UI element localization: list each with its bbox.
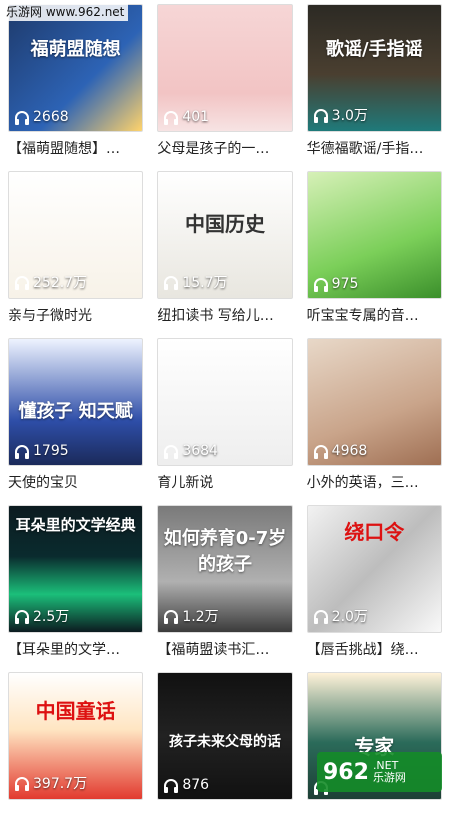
play-count-row: 2.5万	[15, 606, 69, 626]
album-title[interactable]: 【耳朵里的文学…	[8, 639, 143, 659]
headphones-icon	[314, 610, 328, 622]
headphones-icon	[164, 445, 178, 457]
play-count: 397.7万	[33, 773, 87, 793]
play-count: 2.0万	[332, 606, 368, 626]
headphones-icon	[314, 109, 328, 121]
cover-caption: 绕口令	[308, 516, 441, 545]
album-card[interactable]: 975 听宝宝专属的音…	[307, 167, 442, 334]
site-watermark-top: 乐游网 www.962.net	[2, 2, 128, 21]
play-count-row: 975	[314, 276, 359, 292]
play-count: 252.7万	[33, 272, 87, 292]
album-cover[interactable]: 3684	[157, 338, 292, 466]
cover-caption: 歌谣/手指谣	[308, 35, 441, 61]
play-count-row: 252.7万	[15, 272, 87, 292]
album-title[interactable]: 华德福歌谣/手指…	[307, 138, 442, 158]
play-count: 4968	[332, 443, 368, 459]
album-card[interactable]: 4968 小外的英语，三…	[307, 334, 442, 501]
watermark-line2: 乐游网	[373, 771, 406, 784]
play-count: 401	[182, 109, 209, 125]
play-count-row: 397.7万	[15, 773, 87, 793]
headphones-icon	[164, 111, 178, 123]
headphones-icon	[15, 111, 29, 123]
play-count: 1.2万	[182, 606, 218, 626]
play-count: 1795	[33, 443, 69, 459]
play-count-row: 2668	[15, 109, 69, 125]
play-count: 15.7万	[182, 272, 227, 292]
album-cover[interactable]: 歌谣/手指谣 3.0万	[307, 4, 442, 132]
cover-caption: 耳朵里的文学经典	[9, 514, 142, 535]
headphones-icon	[15, 276, 29, 288]
album-card[interactable]: 中国历史 15.7万 纽扣读书 写给儿…	[157, 167, 292, 334]
play-count: 975	[332, 276, 359, 292]
headphones-icon	[314, 445, 328, 457]
album-title[interactable]: 纽扣读书 写给儿…	[157, 305, 292, 325]
cover-caption: 福萌盟随想	[9, 35, 142, 61]
album-grid: 福萌盟随想 2668 【福萌盟随想】… 401 父母是孩子的一… 歌谣/手指谣 …	[8, 0, 442, 835]
album-cover[interactable]: 福萌盟随想 2668	[8, 4, 143, 132]
album-cover[interactable]: 孩子未来父母的话 876	[157, 672, 292, 800]
album-title[interactable]: 天使的宝贝	[8, 472, 143, 492]
headphones-icon	[15, 445, 29, 457]
album-title[interactable]: 【唇舌挑战】绕…	[307, 639, 442, 659]
headphones-icon	[164, 276, 178, 288]
site-watermark-bottom: 962 .NET 乐游网	[317, 752, 442, 792]
album-card[interactable]: 福萌盟随想 2668 【福萌盟随想】…	[8, 0, 143, 167]
album-cover[interactable]: 401	[157, 4, 292, 132]
cover-caption: 懂孩子 知天赋	[9, 397, 142, 423]
album-card[interactable]: 懂孩子 知天赋 1795 天使的宝贝	[8, 334, 143, 501]
album-card[interactable]: 孩子未来父母的话 876	[157, 668, 292, 835]
watermark-text: .NET 乐游网	[373, 760, 406, 784]
album-cover[interactable]: 中国历史 15.7万	[157, 171, 292, 299]
play-count: 2668	[33, 109, 69, 125]
play-count-row: 2.0万	[314, 606, 368, 626]
headphones-icon	[314, 278, 328, 290]
album-card[interactable]: 绕口令 2.0万 【唇舌挑战】绕…	[307, 501, 442, 668]
play-count-row: 3684	[164, 443, 218, 459]
album-card[interactable]: 如何养育0-7岁的孩子 1.2万 【福萌盟读书汇…	[157, 501, 292, 668]
album-title[interactable]: 小外的英语，三…	[307, 472, 442, 492]
album-cover[interactable]: 绕口令 2.0万	[307, 505, 442, 633]
play-count-row: 401	[164, 109, 209, 125]
album-cover[interactable]: 耳朵里的文学经典 2.5万	[8, 505, 143, 633]
album-title[interactable]: 听宝宝专属的音…	[307, 305, 442, 325]
album-title[interactable]: 【福萌盟随想】…	[8, 138, 143, 158]
album-card[interactable]: 401 父母是孩子的一…	[157, 0, 292, 167]
album-title[interactable]: 育儿新说	[157, 472, 292, 492]
album-cover[interactable]: 975	[307, 171, 442, 299]
play-count: 3.0万	[332, 105, 368, 125]
watermark-number: 962	[323, 760, 369, 785]
album-cover[interactable]: 252.7万	[8, 171, 143, 299]
play-count: 2.5万	[33, 606, 69, 626]
album-title[interactable]: 父母是孩子的一…	[157, 138, 292, 158]
album-card[interactable]: 耳朵里的文学经典 2.5万 【耳朵里的文学…	[8, 501, 143, 668]
play-count-row: 3.0万	[314, 105, 368, 125]
play-count-row: 1795	[15, 443, 69, 459]
headphones-icon	[15, 610, 29, 622]
cover-caption: 如何养育0-7岁的孩子	[158, 524, 291, 576]
album-card[interactable]: 中国童话 397.7万	[8, 668, 143, 835]
play-count-row: 15.7万	[164, 272, 227, 292]
play-count-row: 876	[164, 777, 209, 793]
cover-caption: 孩子未来父母的话	[158, 731, 291, 751]
play-count: 876	[182, 777, 209, 793]
album-title[interactable]: 【福萌盟读书汇…	[157, 639, 292, 659]
cover-caption: 中国童话	[9, 695, 142, 724]
album-cover[interactable]: 4968	[307, 338, 442, 466]
headphones-icon	[15, 777, 29, 789]
album-cover[interactable]: 懂孩子 知天赋 1795	[8, 338, 143, 466]
headphones-icon	[164, 779, 178, 791]
album-card[interactable]: 252.7万 亲与子微时光	[8, 167, 143, 334]
headphones-icon	[164, 610, 178, 622]
album-card[interactable]: 歌谣/手指谣 3.0万 华德福歌谣/手指…	[307, 0, 442, 167]
album-cover[interactable]: 中国童话 397.7万	[8, 672, 143, 800]
cover-caption: 中国历史	[158, 208, 291, 237]
album-card[interactable]: 3684 育儿新说	[157, 334, 292, 501]
play-count: 3684	[182, 443, 218, 459]
play-count-row: 4968	[314, 443, 368, 459]
play-count-row: 1.2万	[164, 606, 218, 626]
album-title[interactable]: 亲与子微时光	[8, 305, 143, 325]
album-cover[interactable]: 如何养育0-7岁的孩子 1.2万	[157, 505, 292, 633]
